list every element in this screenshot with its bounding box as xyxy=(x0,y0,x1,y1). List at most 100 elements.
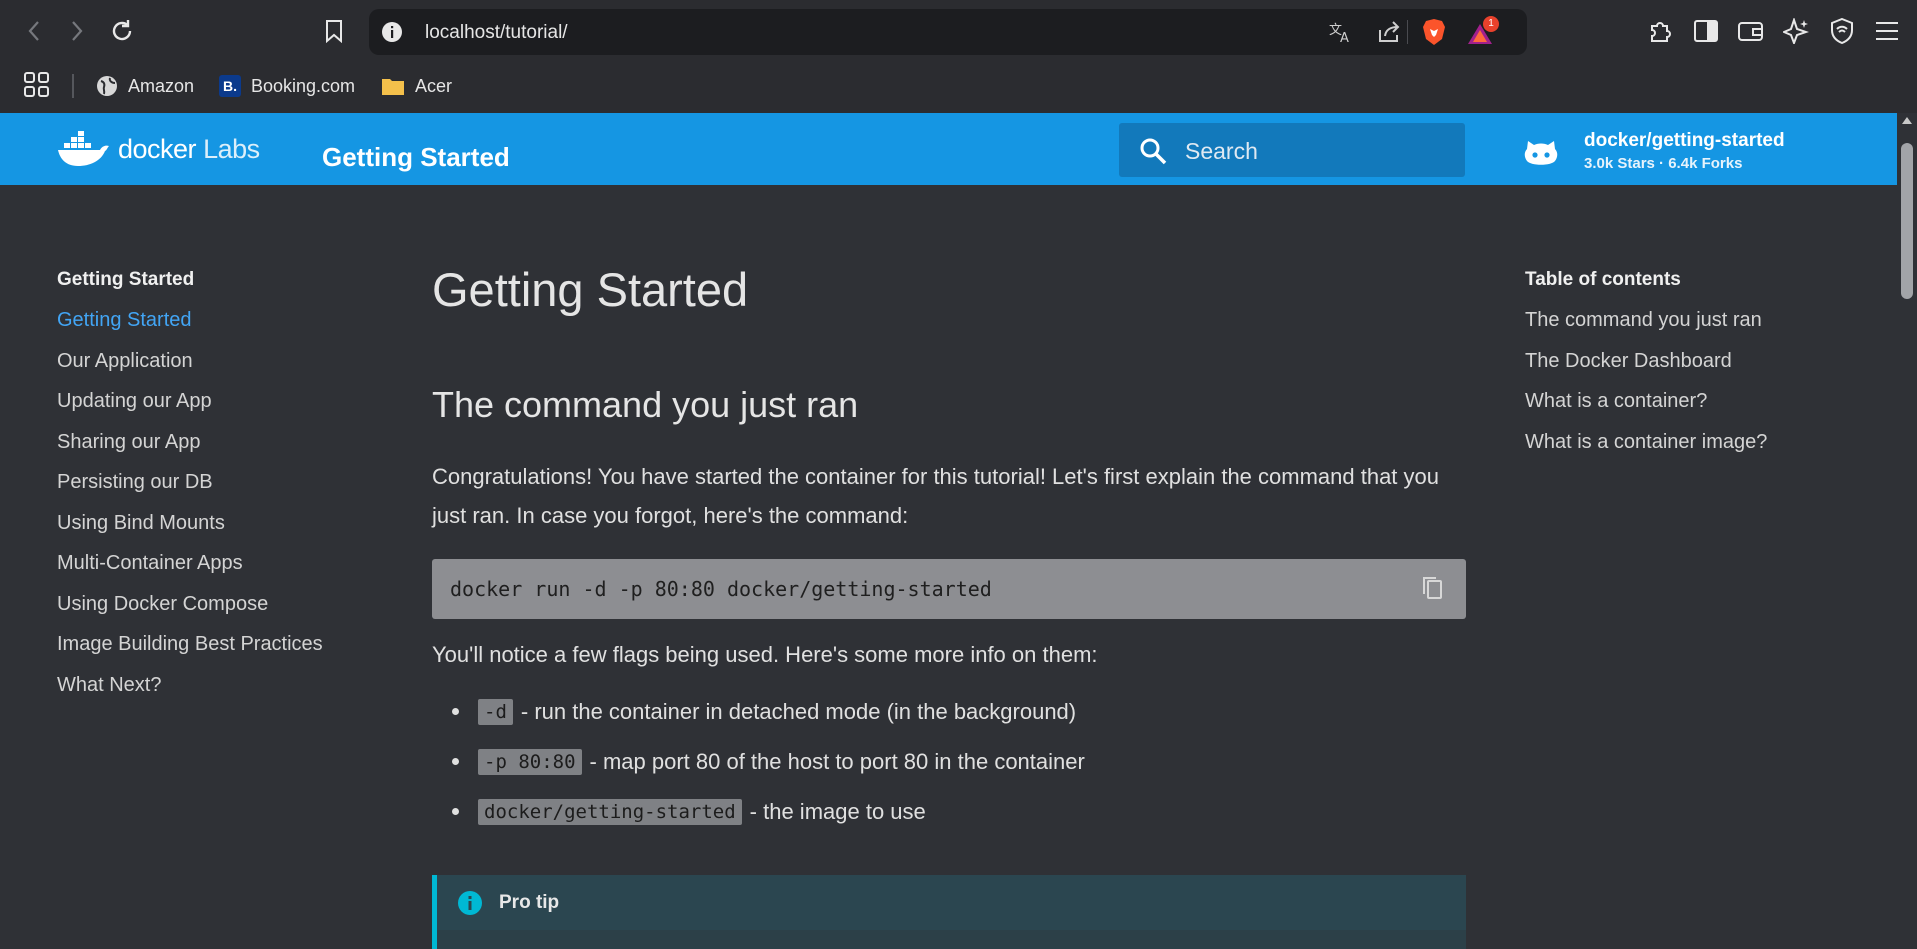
translate-icon: 文A xyxy=(1329,23,1349,44)
booking-icon: B. xyxy=(219,75,241,97)
browser-toolbar: localhost/tutorial/ 文A 1 xyxy=(0,0,1917,62)
brave-lion-icon xyxy=(1423,19,1445,45)
search-icon xyxy=(1140,138,1167,165)
bullet xyxy=(452,758,459,765)
share-button[interactable] xyxy=(1373,18,1405,46)
arrow-right-icon xyxy=(72,21,83,41)
list-item: -p 80:80 - map port 80 of the host to po… xyxy=(452,737,1085,787)
toc-heading: Table of contents xyxy=(1525,269,1681,290)
bullet xyxy=(452,808,459,815)
extensions-button[interactable] xyxy=(1643,13,1679,49)
hamburger-menu-icon xyxy=(1876,22,1898,40)
site-header: docker Labs Getting Started Search docke… xyxy=(0,113,1897,185)
vpn-button[interactable] xyxy=(1824,13,1860,49)
bookmark-icon xyxy=(326,20,342,43)
sidebar-item-image-building-best-practices[interactable]: Image Building Best Practices xyxy=(57,632,357,673)
sidebar-item-updating-our-app[interactable]: Updating our App xyxy=(57,389,357,430)
puzzle-icon xyxy=(1651,22,1671,42)
sidebar-nav: Getting Started Getting Started Our Appl… xyxy=(57,268,357,713)
docker-whale-icon xyxy=(58,131,109,166)
scrollbar-thumb[interactable] xyxy=(1901,143,1913,299)
leo-ai-button[interactable] xyxy=(1778,13,1814,49)
bookmark-booking[interactable]: B. Booking.com xyxy=(219,70,355,102)
site-title: Getting Started xyxy=(322,142,510,172)
rewards-badge: 1 xyxy=(1483,16,1499,32)
apps-grid-icon[interactable] xyxy=(24,72,50,98)
url-divider xyxy=(1407,20,1408,44)
toc-item-docker-dashboard[interactable]: The Docker Dashboard xyxy=(1525,349,1855,390)
flag-code: docker/getting-started xyxy=(478,799,742,825)
github-octocat-icon xyxy=(1524,141,1558,165)
svg-text:A: A xyxy=(1340,31,1349,44)
share-icon xyxy=(1379,21,1400,42)
bookmarks-bar: Amazon B. Booking.com Acer xyxy=(0,62,1917,113)
sidebar-item-persisting-our-db[interactable]: Persisting our DB xyxy=(57,470,357,511)
bookmarks-separator xyxy=(72,74,74,98)
back-button[interactable] xyxy=(16,13,52,49)
browser-chrome: localhost/tutorial/ 文A 1 Amazon B. Booki… xyxy=(0,0,1917,113)
brave-shields-button[interactable] xyxy=(1418,18,1450,46)
bookmark-amazon[interactable]: Amazon xyxy=(96,70,194,102)
sidebar-icon xyxy=(1694,20,1718,42)
translate-button[interactable]: 文A xyxy=(1325,18,1357,46)
globe-icon xyxy=(97,76,117,96)
flag-description: - run the container in detached mode (in… xyxy=(520,699,1077,724)
info-icon xyxy=(458,891,482,915)
sidebar-toggle-button[interactable] xyxy=(1688,13,1724,49)
logo-text: docker Labs xyxy=(118,133,260,164)
flag-code: -p 80:80 xyxy=(478,749,582,775)
site-info-icon[interactable] xyxy=(381,21,403,43)
scroll-up-arrow-icon[interactable] xyxy=(1902,117,1912,124)
wallet-button[interactable] xyxy=(1733,13,1769,49)
flags-intro: You'll notice a few flags being used. He… xyxy=(432,642,1098,667)
sidebar-item-multi-container-apps[interactable]: Multi-Container Apps xyxy=(57,551,357,592)
toc-item-what-is-container-image[interactable]: What is a container image? xyxy=(1525,430,1855,471)
bullet xyxy=(452,708,459,715)
toc-item-command[interactable]: The command you just ran xyxy=(1525,308,1855,349)
repo-stats: 3.0k Stars · 6.4k Forks xyxy=(1584,155,1743,172)
copy-icon[interactable] xyxy=(1420,575,1444,601)
wallet-icon xyxy=(1738,22,1763,41)
command-code-block: docker run -d -p 80:80 docker/getting-st… xyxy=(432,559,1466,619)
bookmark-label: Amazon xyxy=(128,75,195,96)
table-of-contents: Table of contents The command you just r… xyxy=(1525,268,1855,470)
folder-icon xyxy=(382,79,404,95)
list-item: -d - run the container in detached mode … xyxy=(452,687,1085,737)
flag-description: - map port 80 of the host to port 80 in … xyxy=(589,749,1085,774)
arrow-left-icon xyxy=(28,21,39,41)
main-menu-button[interactable] xyxy=(1869,13,1905,49)
search-placeholder: Search xyxy=(1185,138,1258,164)
url-text[interactable]: localhost/tutorial/ xyxy=(425,22,568,44)
sidebar-item-what-next[interactable]: What Next? xyxy=(57,673,357,714)
bookmark-label: Booking.com xyxy=(251,75,356,96)
search-input[interactable]: Search xyxy=(1119,123,1465,177)
shield-icon xyxy=(1831,18,1853,44)
reload-icon xyxy=(112,20,132,41)
toc-item-what-is-container[interactable]: What is a container? xyxy=(1525,389,1855,430)
sidebar-item-getting-started[interactable]: Getting Started xyxy=(57,308,357,349)
sidebar-item-our-application[interactable]: Our Application xyxy=(57,349,357,390)
page-scrollbar[interactable] xyxy=(1897,113,1917,949)
sparkle-icon xyxy=(1783,18,1809,44)
brave-rewards-button[interactable]: 1 xyxy=(1465,16,1499,46)
section-heading: The command you just ran xyxy=(432,384,859,425)
docker-labs-logo[interactable]: docker Labs xyxy=(56,131,260,167)
sidebar-item-using-docker-compose[interactable]: Using Docker Compose xyxy=(57,592,357,633)
pro-tip-title: Pro tip xyxy=(499,892,560,913)
sidebar-heading: Getting Started xyxy=(57,269,195,290)
bookmark-label: Acer xyxy=(415,75,453,96)
bookmark-acer[interactable]: Acer xyxy=(381,70,452,102)
command-text: docker run -d -p 80:80 docker/getting-st… xyxy=(450,577,992,601)
address-bar[interactable]: localhost/tutorial/ 文A 1 xyxy=(369,9,1527,55)
sidebar-item-using-bind-mounts[interactable]: Using Bind Mounts xyxy=(57,511,357,552)
bookmark-page-button[interactable] xyxy=(316,13,352,49)
list-item: docker/getting-started - the image to us… xyxy=(452,787,1085,837)
page-title: Getting Started xyxy=(432,263,749,316)
flag-code: -d xyxy=(478,699,513,725)
forward-button[interactable] xyxy=(59,13,95,49)
flags-list: -d - run the container in detached mode … xyxy=(452,687,1085,837)
repo-name: docker/getting-started xyxy=(1584,130,1785,151)
reload-button[interactable] xyxy=(104,13,140,49)
sidebar-item-sharing-our-app[interactable]: Sharing our App xyxy=(57,430,357,471)
flag-description: - the image to use xyxy=(749,799,926,824)
